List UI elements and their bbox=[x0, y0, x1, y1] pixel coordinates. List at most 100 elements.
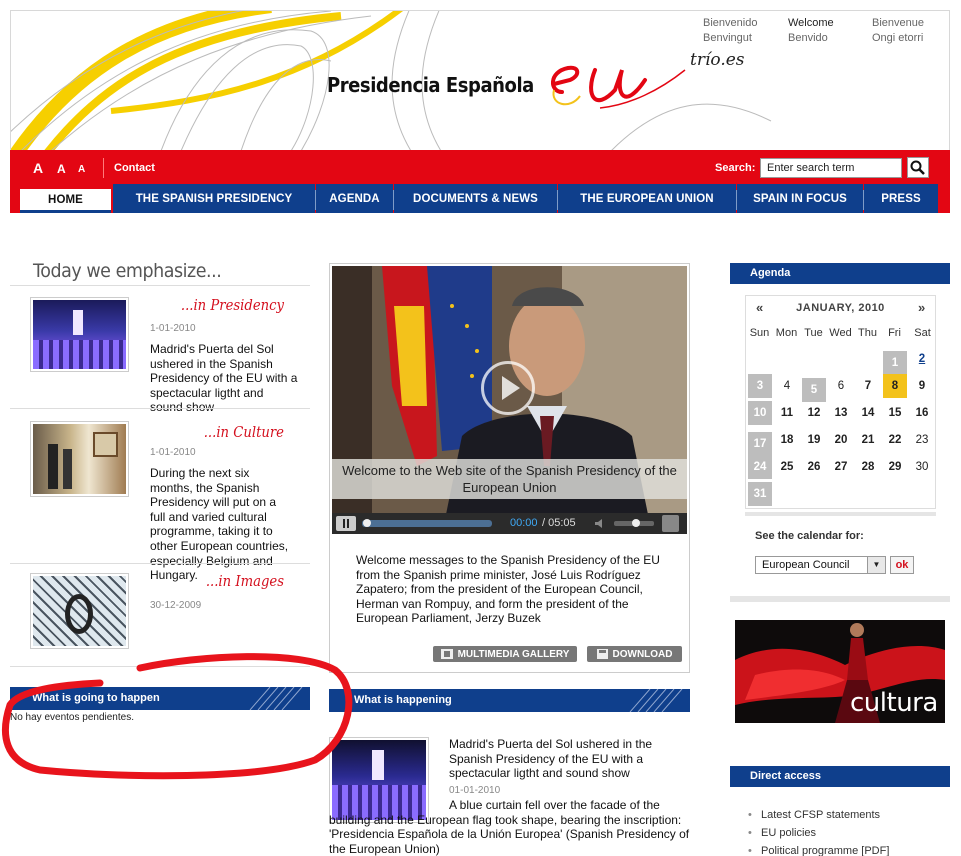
weekday-label: Sat bbox=[914, 327, 931, 339]
calendar-day[interactable]: 18 bbox=[775, 428, 799, 452]
section-title-culture[interactable]: ...in Culture bbox=[166, 423, 284, 441]
download-button[interactable]: DOWNLOAD bbox=[587, 646, 682, 662]
calendar-day[interactable]: 30 bbox=[910, 455, 934, 479]
link-eu-policies[interactable]: EU policies bbox=[748, 827, 816, 839]
calendar-day[interactable]: 29 bbox=[883, 455, 907, 479]
chevron-down-icon[interactable]: ▼ bbox=[867, 557, 885, 573]
header-stripes bbox=[629, 689, 683, 712]
volume-icon[interactable] bbox=[594, 518, 606, 529]
see-calendar-label: See the calendar for: bbox=[755, 530, 864, 542]
calendar-day[interactable]: 26 bbox=[802, 455, 826, 479]
calendar-day[interactable]: 24 bbox=[748, 455, 772, 479]
calendar-ok-button[interactable]: ok bbox=[890, 556, 914, 574]
calendar-day[interactable]: 25 bbox=[775, 455, 799, 479]
lang-benvido[interactable]: Benvido bbox=[788, 32, 828, 44]
multimedia-gallery-button[interactable]: MULTIMEDIA GALLERY bbox=[433, 646, 577, 662]
calendar-day[interactable]: 16 bbox=[910, 401, 934, 425]
time-total: / 05:05 bbox=[542, 517, 576, 529]
calendar-day[interactable]: 7 bbox=[856, 374, 880, 398]
calendar-day-today[interactable]: 8 bbox=[883, 374, 907, 398]
tab-documents-news[interactable]: DOCUMENTS & NEWS bbox=[394, 184, 557, 213]
calendar-day[interactable]: 9 bbox=[910, 374, 934, 398]
calendar-day[interactable]: 21 bbox=[856, 428, 880, 452]
agenda-header: Agenda bbox=[730, 263, 950, 284]
volume-handle[interactable] bbox=[632, 519, 640, 527]
weekday-label: Thu bbox=[858, 327, 877, 339]
calendar-day[interactable]: 5 bbox=[802, 378, 826, 402]
tab-press[interactable]: PRESS bbox=[864, 184, 938, 213]
calendar-day[interactable]: 23 bbox=[910, 428, 934, 452]
item-date: 1-01-2010 bbox=[150, 447, 196, 458]
tab-european-union[interactable]: THE EUROPEAN UNION bbox=[558, 184, 736, 213]
search-input[interactable] bbox=[760, 158, 902, 178]
calendar-day[interactable]: 19 bbox=[802, 428, 826, 452]
tab-agenda[interactable]: AGENDA bbox=[316, 184, 393, 213]
going-to-happen-header: What is going to happen bbox=[10, 687, 310, 710]
calendar-day[interactable]: 28 bbox=[856, 455, 880, 479]
calendar-shadow bbox=[745, 512, 936, 516]
lang-bienvenido[interactable]: Bienvenido bbox=[703, 17, 757, 29]
calendar-day[interactable]: 6 bbox=[829, 374, 853, 398]
calendar-day[interactable]: 10 bbox=[748, 401, 772, 425]
image bbox=[33, 424, 126, 494]
weekday-label: Mon bbox=[775, 327, 798, 339]
lang-ongi-etorri[interactable]: Ongi etorri bbox=[872, 32, 923, 44]
calendar-day[interactable]: 22 bbox=[883, 428, 907, 452]
font-size-medium[interactable]: A bbox=[57, 162, 66, 176]
item-date: 30-12-2009 bbox=[150, 600, 202, 611]
progress-handle[interactable] bbox=[363, 519, 371, 527]
pause-button[interactable] bbox=[336, 516, 356, 531]
film-icon bbox=[440, 649, 453, 659]
contact-link[interactable]: Contact bbox=[114, 162, 155, 174]
font-size-small[interactable]: A bbox=[78, 164, 85, 175]
font-size-large[interactable]: A bbox=[33, 160, 43, 176]
lang-benvingut[interactable]: Benvingut bbox=[703, 32, 752, 44]
item-text[interactable]: During the next six months, the Spanish … bbox=[150, 466, 290, 583]
culture-thumbnail[interactable] bbox=[30, 421, 129, 497]
download-label: DOWNLOAD bbox=[612, 648, 673, 660]
happening-title: What is happening bbox=[354, 694, 452, 706]
trio-logo[interactable]: trío.es bbox=[690, 50, 745, 70]
item-text[interactable]: Madrid's Puerta del Sol ushered in the S… bbox=[150, 342, 298, 415]
calendar-day[interactable]: 12 bbox=[802, 401, 826, 425]
link-political-programme[interactable]: Political programme [PDF] bbox=[748, 845, 889, 856]
play-button[interactable] bbox=[481, 361, 535, 415]
calendar-day[interactable]: 15 bbox=[883, 401, 907, 425]
progress-bar[interactable] bbox=[362, 520, 492, 527]
tab-spanish-presidency[interactable]: THE SPANISH PRESIDENCY bbox=[113, 184, 315, 213]
divider bbox=[10, 285, 310, 286]
weekday-label: Wed bbox=[829, 327, 852, 339]
presidency-thumbnail[interactable] bbox=[30, 297, 129, 372]
calendar-day[interactable]: 14 bbox=[856, 401, 880, 425]
images-thumbnail[interactable] bbox=[30, 573, 129, 649]
calendar-day[interactable]: 31 bbox=[748, 482, 772, 506]
calendar-day[interactable]: 27 bbox=[829, 455, 853, 479]
search-icon bbox=[910, 160, 925, 175]
no-events-text: No hay eventos pendientes. bbox=[10, 712, 134, 723]
link-cfsp-statements[interactable]: Latest CFSP statements bbox=[748, 809, 880, 821]
toolbar-divider bbox=[103, 158, 104, 178]
calendar-day[interactable]: 17 bbox=[748, 432, 772, 456]
calendar-day[interactable]: 13 bbox=[829, 401, 853, 425]
fullscreen-button[interactable] bbox=[662, 515, 679, 532]
weekday-label: Tue bbox=[804, 327, 823, 339]
lang-welcome[interactable]: Welcome bbox=[788, 17, 834, 29]
calendar-month: JANUARY, 2010 bbox=[796, 302, 885, 314]
search-button[interactable] bbox=[907, 157, 929, 178]
happening-headline[interactable]: Madrid's Puerta del Sol ushered in the S… bbox=[449, 737, 674, 781]
section-title-presidency[interactable]: ...in Presidency bbox=[166, 296, 284, 314]
calendar-day[interactable]: 1 bbox=[883, 351, 907, 375]
pause-icon bbox=[343, 519, 349, 528]
calendar-day[interactable]: 4 bbox=[775, 374, 799, 398]
tab-spain-in-focus[interactable]: SPAIN IN FOCUS bbox=[737, 184, 863, 213]
calendar-day[interactable]: 20 bbox=[829, 428, 853, 452]
tab-home[interactable]: HOME bbox=[20, 189, 111, 213]
divider bbox=[10, 408, 310, 409]
calendar-day[interactable]: 2 bbox=[910, 347, 934, 371]
calendar-day[interactable]: 11 bbox=[775, 401, 799, 425]
calendar-day[interactable]: 3 bbox=[748, 374, 772, 398]
going-to-happen-title: What is going to happen bbox=[32, 692, 160, 704]
emphasize-heading: Today we emphasize... bbox=[33, 260, 222, 282]
lang-bienvenue[interactable]: Bienvenue bbox=[872, 17, 924, 29]
section-title-images[interactable]: ...in Images bbox=[166, 572, 284, 590]
